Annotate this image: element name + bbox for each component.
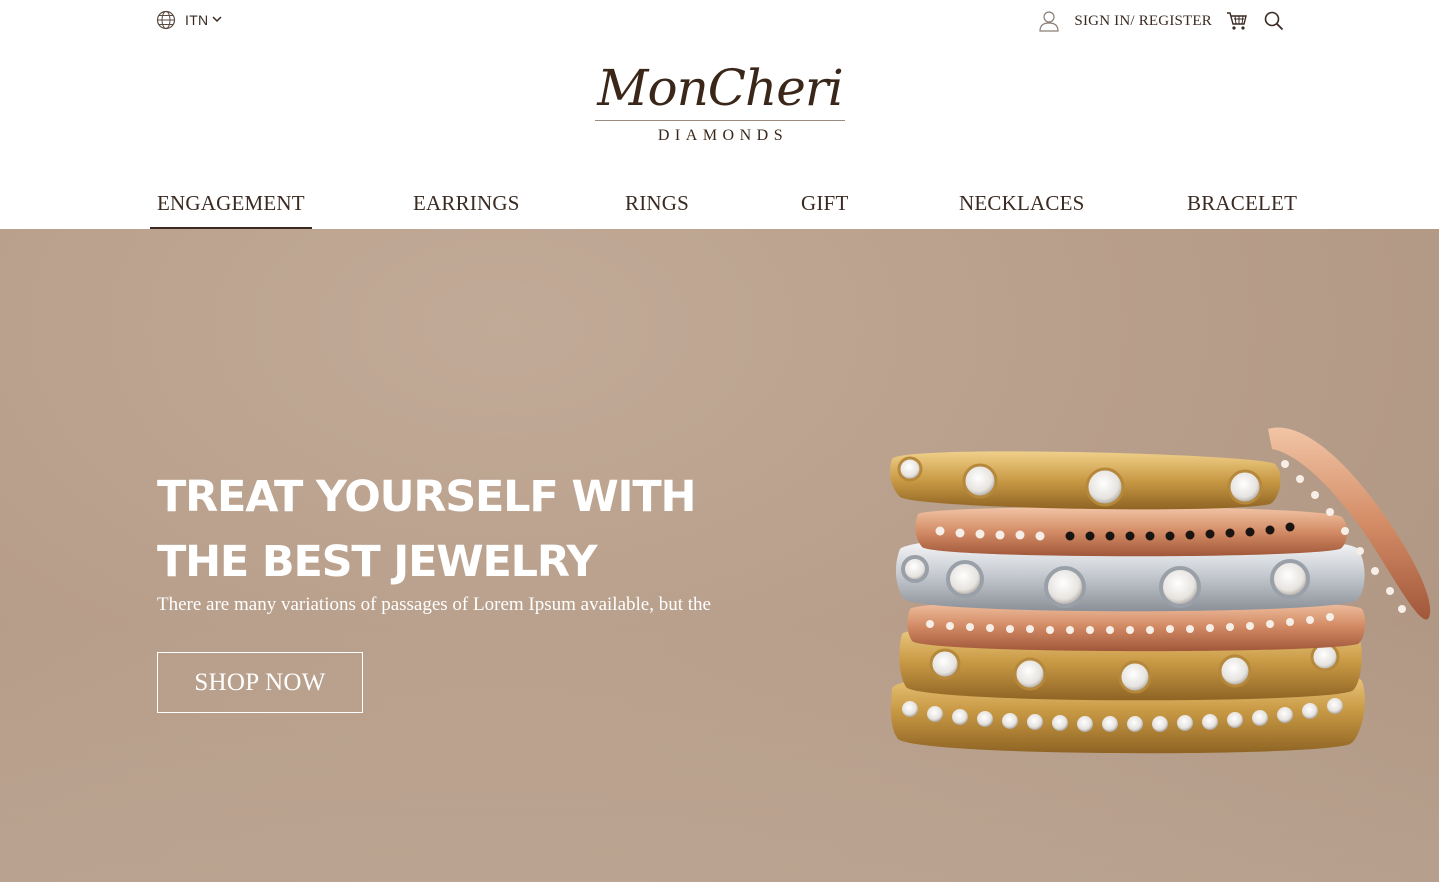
user-icon[interactable]	[1038, 10, 1060, 32]
hero-banner: TREAT YOURSELF WITH THE BEST JEWELRY The…	[0, 229, 1439, 882]
nav-item-earrings[interactable]: EARRINGS	[406, 186, 527, 229]
cart-icon[interactable]	[1226, 11, 1248, 31]
search-icon[interactable]	[1264, 11, 1284, 31]
logo-script-text: MonCheri	[597, 59, 843, 117]
nav-item-necklaces[interactable]: NECKLACES	[952, 186, 1091, 229]
hero-subtitle: There are many variations of passages of…	[157, 594, 711, 615]
nav-item-engagement[interactable]: ENGAGEMENT	[150, 186, 312, 229]
hero-title: TREAT YOURSELF WITH THE BEST JEWELRY	[157, 472, 696, 587]
sign-in-register-link[interactable]: SIGN IN/ REGISTER	[1074, 13, 1212, 30]
nav-item-rings[interactable]: RINGS	[618, 186, 696, 229]
language-selector[interactable]: ITN	[156, 10, 222, 30]
chevron-down-icon	[212, 16, 222, 23]
nav-item-gift[interactable]: GIFT	[794, 186, 855, 229]
globe-icon	[156, 10, 176, 30]
shop-now-button[interactable]: SHOP NOW	[157, 652, 363, 713]
logo-divider	[595, 120, 845, 121]
account-utilities: SIGN IN/ REGISTER	[1038, 10, 1284, 32]
logo-subtitle: DIAMONDS	[657, 127, 789, 144]
language-label: ITN	[185, 12, 209, 28]
top-utility-bar: ITN SIGN IN/ REGISTER	[0, 0, 1439, 44]
nav-item-bracelet[interactable]: BRACELET	[1180, 186, 1304, 229]
main-navigation: ENGAGEMENT EARRINGS RINGS GIFT NECKLACES…	[150, 186, 1297, 229]
stacked-rings-image	[890, 427, 1431, 754]
brand-logo[interactable]: MonCheri DIAMONDS	[590, 58, 850, 158]
